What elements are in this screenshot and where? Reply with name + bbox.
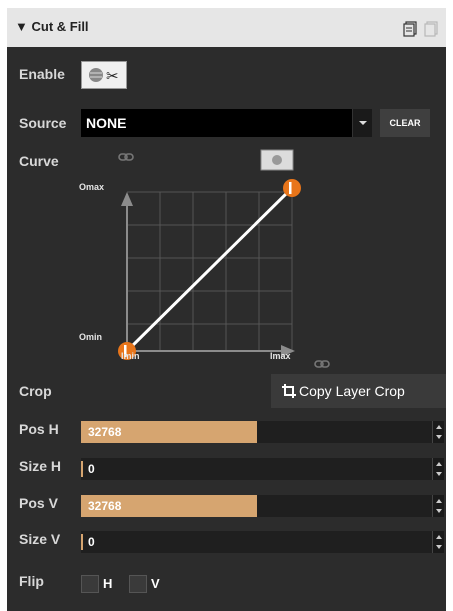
panel-title[interactable]: ▼ Cut & Fill xyxy=(15,19,89,34)
size-h-handle[interactable] xyxy=(81,461,83,477)
source-select-value: NONE xyxy=(86,115,127,131)
svg-text:✂: ✂ xyxy=(106,67,119,85)
curve-y-max-label: Omax xyxy=(79,182,105,192)
flip-v-label: V xyxy=(151,576,160,591)
crop-label: Crop xyxy=(19,383,52,399)
source-select[interactable]: NONE xyxy=(81,109,372,137)
pos-h-spinner[interactable] xyxy=(432,421,444,443)
decrement-icon[interactable] xyxy=(436,472,442,476)
paste-icon[interactable] xyxy=(424,21,438,37)
size-v-value: 0 xyxy=(88,535,95,549)
panel-title-label: Cut & Fill xyxy=(31,19,89,34)
curve-x-max-label: Imax xyxy=(270,351,291,361)
copy-icon[interactable] xyxy=(403,21,417,37)
pos-h-value: 32768 xyxy=(88,425,122,439)
pos-v-slider[interactable]: 32768 xyxy=(81,495,432,517)
size-v-label: Size V xyxy=(19,531,61,547)
source-label: Source xyxy=(19,115,67,131)
flip-h-checkbox[interactable] xyxy=(81,575,99,593)
copy-layer-crop-label: Copy Layer Crop xyxy=(299,383,405,399)
decrement-icon[interactable] xyxy=(436,435,442,439)
decrement-icon[interactable] xyxy=(436,509,442,513)
size-h-slider[interactable]: 0 xyxy=(81,458,432,480)
flip-v-checkbox[interactable] xyxy=(129,575,147,593)
decrement-icon[interactable] xyxy=(436,545,442,549)
size-h-spinner[interactable] xyxy=(432,458,444,480)
curve-y-min-label: Omin xyxy=(79,332,103,342)
increment-icon[interactable] xyxy=(436,499,442,503)
pos-v-spinner[interactable] xyxy=(432,495,444,517)
pos-v-label: Pos V xyxy=(19,495,58,511)
increment-icon[interactable] xyxy=(436,425,442,429)
link-icon[interactable] xyxy=(118,153,134,161)
enable-label: Enable xyxy=(19,66,65,82)
size-v-slider[interactable]: 0 xyxy=(81,531,432,553)
size-h-value: 0 xyxy=(88,462,95,476)
flip-h-label: H xyxy=(103,576,113,591)
curve-handle-max[interactable] xyxy=(283,179,301,197)
flip-label: Flip xyxy=(19,573,44,589)
chevron-down-icon[interactable] xyxy=(352,109,372,137)
pos-h-label: Pos H xyxy=(19,421,59,437)
curve-line xyxy=(125,186,294,353)
increment-icon[interactable] xyxy=(436,535,442,539)
curve-editor[interactable] xyxy=(81,148,371,374)
copy-layer-crop-button[interactable]: Copy Layer Crop xyxy=(271,374,446,408)
increment-icon[interactable] xyxy=(436,462,442,466)
curve-label: Curve xyxy=(19,153,59,169)
size-h-label: Size H xyxy=(19,458,62,474)
triangle-down-icon[interactable]: ▼ xyxy=(15,19,28,34)
pos-h-slider[interactable]: 32768 xyxy=(81,421,432,443)
cut-fill-toggle-icon: ✂ xyxy=(89,67,119,85)
link-icon[interactable] xyxy=(314,360,330,368)
curve-reset-icon[interactable] xyxy=(260,149,294,171)
clear-button[interactable]: CLEAR xyxy=(380,109,430,137)
crop-icon xyxy=(282,384,296,398)
cut-fill-panel: ▼ Cut & Fill Enable ✂ Source NONE CLEAR … xyxy=(7,8,446,611)
size-v-spinner[interactable] xyxy=(432,531,444,553)
curve-x-min-label: Imin xyxy=(121,351,140,361)
pos-v-value: 32768 xyxy=(88,499,122,513)
size-v-handle[interactable] xyxy=(81,534,83,550)
panel-header[interactable]: ▼ Cut & Fill xyxy=(7,8,446,47)
enable-toggle-button[interactable]: ✂ xyxy=(81,61,127,89)
